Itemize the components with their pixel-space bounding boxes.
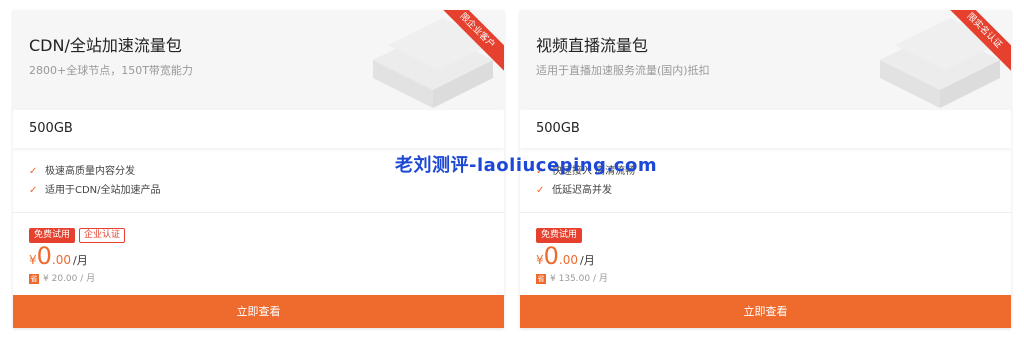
capacity-select[interactable]: 500GB <box>520 110 1011 148</box>
card-title: CDN/全站加速流量包 <box>29 36 182 55</box>
check-icon: ✓ <box>536 185 545 196</box>
save-badge-icon: 省 <box>536 273 546 284</box>
enterprise-cert-tag: 企业认证 <box>79 228 126 243</box>
feature-list: ✓ 极速高质量内容分发 ✓ 适用于CDN/全站加速产品 <box>29 162 161 200</box>
card-description: 适用于直播加速服务流量(国内)抵扣 <box>536 64 710 77</box>
free-trial-tag: 免费试用 <box>536 228 583 243</box>
view-now-button[interactable]: 立即查看 <box>520 295 1011 328</box>
card-description: 2800+全球节点，150T带宽能力 <box>29 64 193 77</box>
capacity-value: 500GB <box>536 121 580 136</box>
card-title: 视频直播流量包 <box>536 36 649 55</box>
watermark: 老刘测评-laoliuceping.com <box>395 155 658 176</box>
card-header: CDN/全站加速流量包 2800+全球节点，150T带宽能力 限企业客户 <box>13 10 504 110</box>
capacity-value: 500GB <box>29 121 73 136</box>
free-trial-tag: 免费试用 <box>29 228 76 243</box>
tag-list: 免费试用 <box>536 222 586 243</box>
save-badge-icon: 省 <box>29 273 39 284</box>
view-now-button[interactable]: 立即查看 <box>13 295 504 328</box>
original-price: 省 ¥ 20.00 / 月 <box>29 273 96 284</box>
divider <box>13 212 504 213</box>
price: ¥0.00/月 <box>29 242 88 270</box>
divider <box>520 212 1011 213</box>
check-icon: ✓ <box>29 166 38 177</box>
card-header: 视频直播流量包 适用于直播加速服务流量(国内)抵扣 限实名认证 <box>520 10 1011 110</box>
tag-list: 免费试用 企业认证 <box>29 222 129 243</box>
original-price: 省 ¥ 135.00 / 月 <box>536 273 608 284</box>
feature-item: ✓ 极速高质量内容分发 <box>29 162 161 181</box>
check-icon: ✓ <box>29 185 38 196</box>
feature-item: ✓ 低延迟高并发 <box>536 181 635 200</box>
feature-item: ✓ 适用于CDN/全站加速产品 <box>29 181 161 200</box>
price: ¥0.00/月 <box>536 242 595 270</box>
capacity-select[interactable]: 500GB <box>13 110 504 148</box>
